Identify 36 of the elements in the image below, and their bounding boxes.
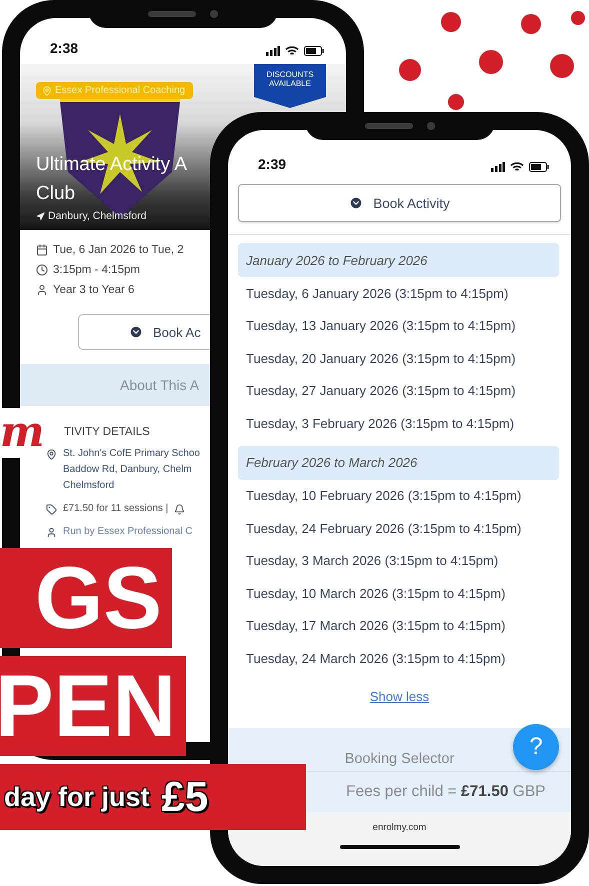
detail-label: 3:15pm - 4:15pm: [36, 264, 140, 276]
status-time: 2:38: [50, 40, 78, 56]
provider-badge: Essex Professional Coaching: [36, 82, 194, 99]
offer-text: day for just: [4, 782, 150, 812]
detail-text: St. John's CofE Primary Schoo Baddow Rd, Danbury, Chelm Chelmsford: [63, 447, 200, 493]
session-item[interactable]: Tuesday, 3 March 2026 (3:15pm to 4:15pm): [238, 544, 559, 577]
status-time: 2:39: [258, 156, 286, 172]
detail-text: £71.50 for 11 sessions |: [63, 502, 168, 516]
show-less-link[interactable]: Show less: [370, 688, 430, 704]
sticker-letter: m: [0, 408, 40, 458]
activity-title: Club: [36, 182, 76, 206]
discount-ribbon: DISCOUNTS AVAILABLE: [254, 64, 326, 108]
headline-banner: GS: [0, 548, 172, 648]
session-item[interactable]: Tuesday, 3 February 2026 (3:15pm to 4:15pm): [238, 407, 559, 440]
session-item[interactable]: Tuesday, 10 February 2026 (3:15pm to 4:15pm): [238, 480, 559, 512]
group-heading: February 2026 to March 2026: [238, 446, 559, 480]
detail-label: Tue, 6 Jan 2026 to Tue, 2: [36, 244, 184, 256]
group-heading: January 2026 to February 2026: [238, 243, 559, 277]
session-item[interactable]: Tuesday, 20 January 2026 (3:15pm to 4:15pm): [238, 342, 559, 374]
price-text: £5: [162, 773, 208, 821]
url-label: enrolmy.com: [372, 822, 426, 833]
fees-label: Fees per child = £71.50 GBP: [345, 782, 546, 802]
book-activity-button[interactable]: Book Activity: [238, 184, 561, 222]
session-item[interactable]: Tuesday, 24 February 2026 (3:15pm to 4:15pm): [238, 512, 559, 544]
session-item[interactable]: Tuesday, 17 March 2026 (3:15pm to 4:15pm): [238, 610, 559, 642]
session-item[interactable]: Tuesday, 13 January 2026 (3:15pm to 4:15pm): [238, 310, 559, 342]
session-item[interactable]: Tuesday, 6 January 2026 (3:15pm to 4:15pm): [238, 277, 559, 310]
section-heading: TIVITY DETAILS: [64, 426, 151, 438]
location-label: Danbury, Chelmsford: [36, 210, 146, 222]
session-item[interactable]: Tuesday, 24 March 2026 (3:15pm to 4:15pm): [238, 642, 559, 674]
detail-text: Run by Essex Professional C: [63, 525, 193, 539]
headline-banner: PEN: [0, 656, 186, 756]
session-item[interactable]: Tuesday, 27 January 2026 (3:15pm to 4:15pm): [238, 374, 559, 407]
session-item[interactable]: Tuesday, 10 March 2026 (3:15pm to 4:15pm): [238, 577, 559, 610]
book-activity-button[interactable]: Book Ac: [78, 314, 210, 350]
detail-label: Year 3 to Year 6: [36, 284, 134, 296]
